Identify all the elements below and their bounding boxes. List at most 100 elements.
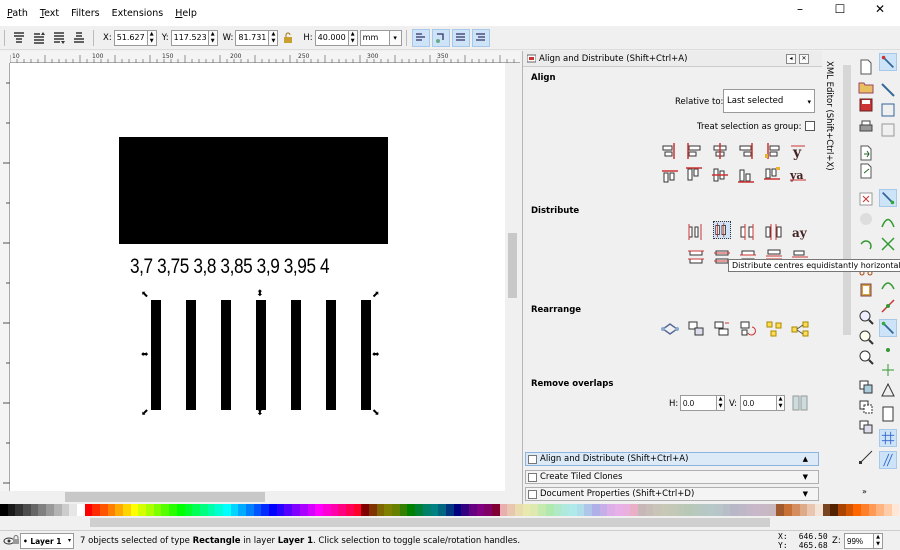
palette-swatch[interactable] — [222, 504, 231, 516]
bar-rectangle-3[interactable] — [221, 300, 231, 410]
vertical-ruler[interactable] — [0, 63, 10, 491]
palette-swatch[interactable] — [176, 504, 185, 516]
scale-corners-toggle[interactable] — [431, 28, 450, 47]
bar-rectangle-7[interactable] — [361, 300, 371, 410]
vertical-scroll-thumb[interactable] — [508, 233, 517, 298]
bar-rectangle-2[interactable] — [186, 300, 196, 410]
palette-swatch[interactable] — [0, 504, 8, 516]
align-right-edges-to-left-icon[interactable] — [661, 142, 679, 160]
zoom-input[interactable] — [844, 533, 874, 549]
palette-swatch[interactable] — [353, 504, 362, 516]
resize-handle-top-right[interactable]: ⬈ — [372, 291, 380, 300]
menu-filters[interactable]: Filters — [64, 8, 104, 19]
dock-tab-tiled-clones[interactable]: Create Tiled Clones ▼ — [525, 470, 819, 484]
snap-grids-icon[interactable] — [879, 429, 897, 447]
palette-swatch[interactable] — [522, 504, 531, 516]
align-left-edges-to-right-icon[interactable] — [763, 142, 781, 160]
close-button[interactable]: ✕ — [860, 0, 900, 26]
palette-swatch[interactable] — [230, 504, 239, 516]
resize-handle-top[interactable]: ⬍ — [256, 290, 264, 299]
palette-swatch[interactable] — [307, 504, 316, 516]
snap-enable-icon[interactable] — [879, 53, 897, 71]
dock-close-button[interactable]: ✕ — [799, 54, 809, 64]
palette-swatch[interactable] — [299, 504, 308, 516]
snap-bbox-corners-icon[interactable] — [879, 121, 897, 139]
unclump-icon[interactable] — [791, 320, 809, 338]
dock-iconify-button[interactable]: ◂ — [786, 54, 796, 64]
palette-swatch[interactable] — [461, 504, 469, 516]
palette-swatch[interactable] — [438, 504, 446, 516]
number-labels-text[interactable]: 3,7 3,75 3,8 3,85 3,9 3,95 4 — [130, 255, 330, 279]
palette-swatch[interactable] — [615, 504, 623, 516]
center-vertical-axis-icon[interactable] — [711, 142, 729, 160]
palette-swatch[interactable] — [84, 504, 93, 516]
palette-swatch[interactable] — [99, 504, 108, 516]
palette-swatch[interactable] — [46, 504, 54, 516]
palette-swatch[interactable] — [15, 504, 24, 516]
node-editor-icon[interactable] — [858, 449, 874, 465]
palette-swatch[interactable] — [276, 504, 285, 516]
current-layer-select[interactable]: • Layer 1 ▾ — [20, 533, 74, 549]
palette-swatch[interactable] — [284, 504, 293, 516]
palette-swatch[interactable] — [207, 504, 216, 516]
layer-lock-icon[interactable] — [12, 535, 20, 545]
h-spinner[interactable]: ▲ ▼ — [348, 29, 358, 46]
palette-swatch[interactable] — [484, 504, 492, 516]
menu-text[interactable]: Text — [33, 8, 64, 19]
palette-swatch[interactable] — [868, 504, 877, 516]
palette-scroll-thumb[interactable] — [90, 518, 770, 527]
distribute-top-edges-icon[interactable] — [687, 249, 705, 267]
palette-swatch[interactable] — [345, 504, 354, 516]
palette-swatch[interactable] — [699, 504, 708, 516]
palette-swatch[interactable] — [630, 504, 639, 516]
snap-bbox-edges-icon[interactable] — [879, 101, 897, 119]
y-spinner[interactable]: ▲ ▼ — [208, 29, 218, 46]
snap-others-icon[interactable] — [879, 319, 897, 337]
resize-handle-bottom-right[interactable]: ⬊ — [372, 409, 380, 418]
snap-smooth-nodes-icon[interactable] — [879, 277, 897, 295]
palette-swatch[interactable] — [499, 504, 508, 516]
palette-swatch[interactable] — [576, 504, 585, 516]
palette-swatch[interactable] — [791, 504, 800, 516]
unlink-clone-icon[interactable] — [858, 419, 874, 435]
print-icon[interactable] — [858, 119, 874, 135]
palette-swatch[interactable] — [561, 504, 569, 516]
palette-swatch[interactable] — [538, 504, 546, 516]
redo-disabled-icon[interactable] — [858, 211, 874, 227]
palette-swatch[interactable] — [61, 504, 70, 516]
distribute-horizontal-gaps-icon[interactable] — [765, 223, 783, 241]
palette-swatch[interactable] — [707, 504, 715, 516]
save-icon[interactable] — [858, 97, 874, 113]
palette-swatch[interactable] — [115, 504, 123, 516]
palette-swatch[interactable] — [246, 504, 254, 516]
palette-swatch[interactable] — [691, 504, 700, 516]
palette-swatch[interactable] — [845, 504, 854, 516]
xml-editor-side-tab[interactable]: XML Editor (Shift+Ctrl+X) — [824, 61, 834, 171]
import-icon[interactable] — [858, 145, 874, 161]
palette-swatch[interactable] — [422, 504, 431, 516]
lower-to-bottom-icon[interactable] — [71, 30, 87, 46]
resize-handle-right[interactable]: ⬌ — [372, 351, 380, 360]
distribute-text-anchors-horizontally-icon[interactable]: ay — [791, 223, 809, 241]
exchange-clockwise-icon[interactable] — [739, 320, 757, 338]
palette-swatch[interactable] — [492, 504, 500, 516]
unit-select[interactable]: mm — [359, 29, 390, 46]
black-rectangle[interactable] — [119, 137, 388, 244]
randomize-centers-icon[interactable] — [765, 320, 783, 338]
center-horizontal-axis-icon[interactable] — [711, 166, 729, 184]
exchange-z-order-icon[interactable] — [713, 320, 731, 338]
palette-swatch[interactable] — [553, 504, 562, 516]
dock-tab-document-properties[interactable]: Document Properties (Shift+Ctrl+D) ▼ — [525, 487, 819, 501]
resize-handle-left[interactable]: ⬌ — [141, 351, 149, 360]
palette-swatch[interactable] — [453, 504, 462, 516]
palette-swatch[interactable] — [238, 504, 246, 516]
snap-bbox-icon[interactable] — [879, 81, 897, 99]
palette-swatch[interactable] — [753, 504, 762, 516]
palette-swatch[interactable] — [722, 504, 731, 516]
palette-swatch[interactable] — [38, 504, 47, 516]
duplicate-icon[interactable] — [858, 379, 874, 395]
distribute-centers-horizontally-icon[interactable] — [713, 221, 731, 239]
palette-swatch[interactable] — [853, 504, 861, 516]
palette-swatch[interactable] — [745, 504, 754, 516]
palette-swatch[interactable] — [891, 504, 900, 516]
